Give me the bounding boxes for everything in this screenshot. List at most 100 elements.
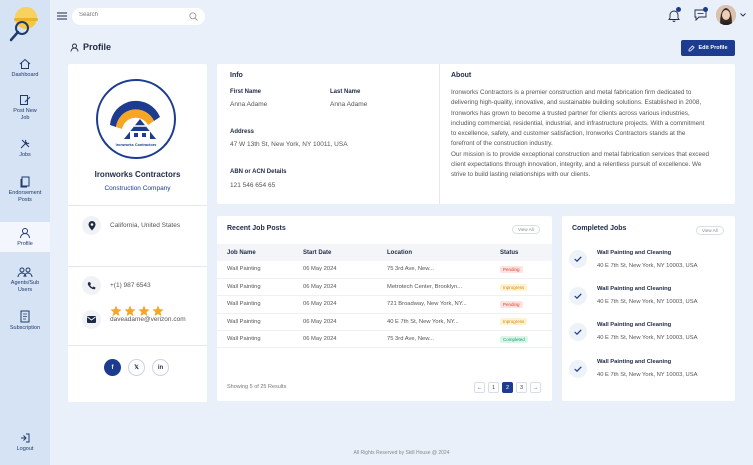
profile-card: Ironworks Contractors Ironworks Contract…: [68, 64, 207, 402]
recent-jobs-view-all-button[interactable]: View All: [512, 225, 540, 234]
edit-profile-button[interactable]: Edit Profile: [681, 40, 735, 56]
logout-button[interactable]: Logout: [0, 432, 50, 453]
column-header: Location: [387, 244, 500, 261]
page-1-button[interactable]: 1: [488, 382, 499, 393]
sidebar-item-label: Endorsement Posts: [8, 190, 42, 203]
abn-label: ABN or ACN Details: [230, 169, 287, 175]
table-row[interactable]: Wall Painting 06 May 2024 75 3rd Ave, Ne…: [217, 330, 552, 349]
divider: [439, 64, 440, 204]
column-header: Job Name: [217, 244, 303, 261]
logout-label: Logout: [16, 446, 34, 452]
info-about-card: Info First Name Anna Adame Last Name Ann…: [217, 64, 735, 204]
about-title: About: [451, 72, 472, 79]
job-location: 40 E 7th St, New York, NY...: [387, 313, 500, 332]
about-paragraph: Our mission is to provide exceptional co…: [451, 150, 709, 179]
completed-job-address: 40 E 7th St, New York, NY 10003, USA: [597, 299, 698, 305]
page-3-button[interactable]: 3: [516, 382, 527, 393]
divider: [68, 205, 207, 206]
location-icon: [82, 216, 101, 235]
linkedin-icon[interactable]: in: [152, 359, 169, 376]
sidebar-item-post-new-job[interactable]: Post New Job: [0, 94, 50, 122]
search-box: [72, 8, 205, 25]
avatar[interactable]: [716, 5, 736, 25]
sidebar-item-label: Dashboard: [11, 72, 39, 78]
abn-value: 121 546 654 65: [230, 182, 276, 189]
job-name: Wall Painting: [217, 261, 303, 279]
receipt-icon: [20, 310, 30, 323]
first-name-label: First Name: [230, 89, 262, 95]
job-location: 721 Broadway, New York, NY...: [387, 295, 500, 314]
completed-job-title[interactable]: Wall Painting and Cleaning: [597, 322, 671, 328]
completed-job-address: 40 E 7th St, New York, NY 10003, USA: [597, 335, 698, 341]
table-row[interactable]: Wall Painting 06 May 2024 75 3rd Ave, Ne…: [217, 261, 552, 279]
messages-dot: [703, 7, 708, 12]
recent-jobs-table: Job Name Start Date Location Status Wall…: [217, 244, 552, 349]
search-icon[interactable]: [189, 12, 198, 21]
email-row: daveadame@verizon.com: [82, 310, 186, 329]
job-name: Wall Painting: [217, 330, 303, 349]
sidebar-item-label: Jobs: [19, 152, 31, 158]
sidebar-item-dashboard[interactable]: Dashboard: [0, 58, 50, 79]
page-2-button[interactable]: 2: [502, 382, 513, 393]
prev-page-button[interactable]: ←: [474, 382, 485, 393]
user-icon: [20, 228, 30, 239]
x-icon[interactable]: 𝕏: [128, 359, 145, 376]
job-date: 06 May 2024: [303, 295, 387, 314]
location-text: California, United States: [110, 222, 181, 229]
users-icon: [17, 267, 33, 278]
email-text: daveadame@verizon.com: [110, 316, 186, 323]
copy-icon: [20, 176, 30, 188]
recent-jobs-title: Recent Job Posts: [227, 225, 286, 232]
menu-icon[interactable]: [57, 12, 67, 20]
table-row[interactable]: Wall Painting 06 May 2024 40 E 7th St, N…: [217, 313, 552, 332]
completed-job-title[interactable]: Wall Painting and Cleaning: [597, 286, 671, 292]
company-name: Ironworks Contractors: [94, 170, 181, 179]
search-input[interactable]: [79, 12, 179, 18]
job-name: Wall Painting: [217, 295, 303, 314]
info-title: Info: [230, 72, 243, 79]
sidebar-item-label: Subscription: [9, 325, 41, 331]
messages-button[interactable]: [694, 7, 708, 23]
job-name: Wall Painting: [217, 278, 303, 297]
chevron-down-icon[interactable]: [740, 13, 746, 17]
about-paragraph: Ironworks Contractors is a premier const…: [451, 89, 705, 148]
company-logo: Ironworks Contractors: [96, 79, 176, 159]
next-page-button[interactable]: →: [530, 382, 541, 393]
phone-icon: [82, 276, 101, 295]
job-location: Metrotech Center, Brooklyn...: [387, 278, 500, 297]
about-text: Ironworks Contractors is a premier const…: [451, 88, 709, 181]
completed-job-title[interactable]: Wall Painting and Cleaning: [597, 359, 671, 365]
table-row[interactable]: Wall Painting 06 May 2024 Metrotech Cent…: [217, 278, 552, 297]
status-badge: Inprogress: [500, 283, 528, 291]
status-badge: Pending: [500, 300, 523, 308]
divider: [68, 266, 207, 267]
sidebar-item-subscription[interactable]: Subscription: [0, 310, 50, 332]
edit-profile-label: Edit Profile: [698, 45, 728, 51]
table-row[interactable]: Wall Painting 06 May 2024 721 Broadway, …: [217, 295, 552, 314]
phone-row: +(1) 987 6543: [82, 276, 151, 295]
footer: All Rights Reserved by Skill House @ 202…: [353, 450, 450, 456]
sidebar-item-jobs[interactable]: Jobs: [0, 138, 50, 159]
completed-job-title[interactable]: Wall Painting and Cleaning: [597, 250, 671, 256]
page-title: Profile: [70, 42, 111, 52]
sidebar-item-agents[interactable]: Agents/Sub Users: [0, 266, 50, 294]
sidebar: Dashboard Post New Job Jobs Endorsement …: [0, 0, 50, 465]
completed-jobs-title: Completed Jobs: [572, 225, 627, 232]
sidebar-item-endorsement-posts[interactable]: Endorsement Posts: [0, 176, 50, 204]
sidebar-item-label: Profile: [17, 241, 33, 247]
completed-jobs-view-all-button[interactable]: View All: [696, 226, 724, 235]
company-type: Construction Company: [104, 185, 171, 192]
address-label: Address: [230, 129, 255, 135]
sidebar-item-profile[interactable]: Profile: [0, 222, 50, 252]
table-header-row: Job Name Start Date Location Status: [217, 244, 552, 261]
notification-dot: [676, 7, 681, 12]
facebook-icon[interactable]: f: [104, 359, 121, 376]
last-name-value: Anna Adame: [330, 101, 368, 108]
notification-button[interactable]: [668, 7, 681, 24]
location-row: California, United States: [82, 216, 180, 235]
column-header: Start Date: [303, 244, 387, 261]
completed-job-address: 40 E 7th St, New York, NY 10003, USA: [597, 263, 698, 269]
job-location: 75 3rd Ave, New...: [387, 330, 500, 349]
app-logo[interactable]: [8, 4, 42, 44]
completed-jobs-card: Completed Jobs View All Wall Painting an…: [562, 216, 735, 401]
